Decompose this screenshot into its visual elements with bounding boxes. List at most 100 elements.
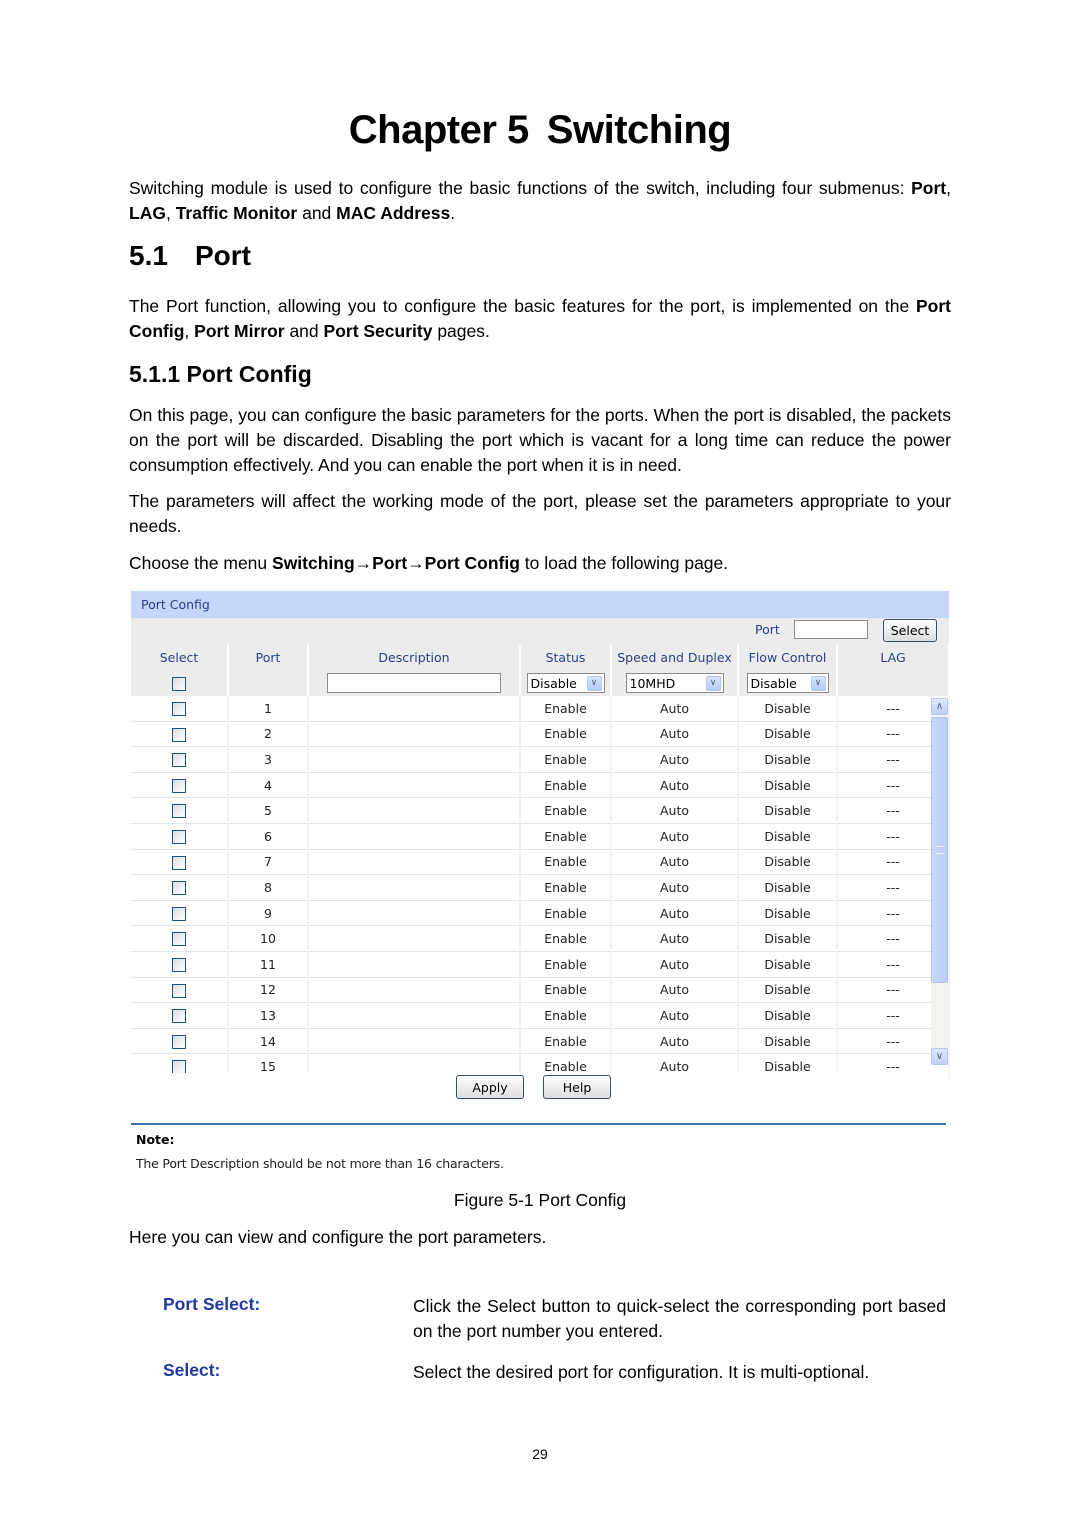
- row-checkbox[interactable]: [172, 983, 186, 998]
- select-cell: [131, 1002, 229, 1029]
- row-checkbox[interactable]: [172, 1034, 186, 1049]
- flow-control-select[interactable]: Disable ∨: [746, 673, 829, 693]
- port-cell: 3: [228, 746, 309, 773]
- flow-control-cell: Disable: [738, 772, 838, 799]
- speed-cell: 10MHD ∨: [611, 670, 739, 696]
- flow-control-cell: Disable: [738, 1002, 838, 1029]
- scrollbar-thumb[interactable]: [931, 717, 948, 983]
- select-cell: [131, 772, 229, 799]
- port-select-row: Port Select: [131, 618, 949, 645]
- description-cell: [308, 900, 521, 927]
- select-cell: [131, 977, 229, 1004]
- submenu-lag: LAG: [129, 203, 166, 223]
- table-row: 3 Enable Auto Disable ---: [131, 746, 950, 773]
- status-select[interactable]: Disable ∨: [526, 673, 605, 693]
- chevron-down-icon: ∨: [705, 675, 721, 691]
- subsection-paragraph-1: On this page, you can configure the basi…: [129, 405, 951, 475]
- table-row: 11 Enable Auto Disable ---: [131, 951, 950, 978]
- description-cell: [308, 977, 521, 1004]
- row-checkbox[interactable]: [172, 881, 186, 896]
- speed-select-value: 10MHD: [629, 675, 676, 691]
- row-checkbox[interactable]: [172, 957, 186, 972]
- section-title: Port: [195, 240, 251, 271]
- table-row: 5 Enable Auto Disable ---: [131, 797, 950, 824]
- port-table: Select Port Description Status Speed and…: [131, 645, 950, 1080]
- column-header-status: Status: [520, 645, 612, 670]
- port-cell: 8: [228, 874, 309, 901]
- flow-control-cell: Disable: [738, 823, 838, 850]
- table-row: 2 Enable Auto Disable ---: [131, 721, 950, 748]
- select-all-checkbox[interactable]: [172, 676, 186, 691]
- port-cell: 6: [228, 823, 309, 850]
- port-cell: 5: [228, 797, 309, 824]
- flow-control-cell: Disable: [738, 1028, 838, 1055]
- submenu-mac-address: MAC Address: [336, 203, 451, 223]
- status-select-value: Disable: [530, 675, 577, 691]
- action-buttons: Apply Help: [131, 1073, 949, 1113]
- description-cell: [308, 951, 521, 978]
- select-cell: [131, 797, 229, 824]
- port-cell: 13: [228, 1002, 309, 1029]
- status-cell: Enable: [520, 772, 612, 799]
- status-cell: Enable: [520, 823, 612, 850]
- row-checkbox[interactable]: [172, 727, 186, 742]
- row-checkbox[interactable]: [172, 1009, 186, 1024]
- select-cell: [131, 823, 229, 850]
- select-cell: [131, 951, 229, 978]
- select-cell: [131, 721, 229, 748]
- column-header-flow-control: Flow Control: [738, 645, 838, 670]
- row-checkbox[interactable]: [172, 855, 186, 870]
- submenu-port: Port: [911, 178, 947, 198]
- separator: .: [450, 203, 456, 223]
- row-checkbox[interactable]: [172, 753, 186, 768]
- speed-cell: Auto: [611, 874, 739, 901]
- row-checkbox[interactable]: [172, 702, 186, 717]
- separator: ,: [946, 178, 951, 198]
- row-checkbox[interactable]: [172, 830, 186, 845]
- table-row: 10 Enable Auto Disable ---: [131, 925, 950, 952]
- description-cell: [308, 721, 521, 748]
- flow-control-cell: Disable: [738, 721, 838, 748]
- status-cell: Enable: [520, 696, 612, 722]
- status-cell: Enable: [520, 1028, 612, 1055]
- status-cell: Enable: [520, 977, 612, 1004]
- row-checkbox[interactable]: [172, 906, 186, 921]
- menu-path: Switching→Port→Port Config: [272, 553, 520, 573]
- speed-cell: Auto: [611, 1028, 739, 1055]
- after-figure-text: Here you can view and configure the port…: [129, 1227, 547, 1247]
- chevron-down-icon[interactable]: ∨: [931, 1048, 948, 1065]
- flow-control-cell: Disable: [738, 977, 838, 1004]
- speed-cell: Auto: [611, 900, 739, 927]
- submenu-traffic-monitor: Traffic Monitor: [175, 203, 298, 223]
- table-scrollbar[interactable]: ∧ ∨: [931, 698, 948, 1065]
- separator: and: [284, 321, 324, 341]
- row-checkbox[interactable]: [172, 804, 186, 819]
- chevron-up-icon[interactable]: ∧: [931, 698, 948, 715]
- speed-duplex-select[interactable]: 10MHD ∨: [625, 673, 724, 693]
- description-cell: [308, 849, 521, 876]
- speed-cell: Auto: [611, 1002, 739, 1029]
- select-cell: [131, 746, 229, 773]
- section-text-end: pages.: [432, 321, 490, 341]
- description-cell: [308, 925, 521, 952]
- row-checkbox[interactable]: [172, 778, 186, 793]
- definition-term: Port Select:: [163, 1294, 261, 1314]
- port-select-input[interactable]: [794, 620, 868, 639]
- table-header-row: Select Port Description Status Speed and…: [131, 645, 950, 670]
- section-heading: 5.1 Port: [129, 240, 251, 272]
- table-row: 13 Enable Auto Disable ---: [131, 1002, 950, 1029]
- description-input[interactable]: [327, 673, 501, 693]
- port-select-button[interactable]: Select: [883, 619, 937, 642]
- flow-control-cell: Disable: [738, 951, 838, 978]
- status-cell: Enable: [520, 849, 612, 876]
- help-button[interactable]: Help: [543, 1075, 611, 1099]
- apply-button[interactable]: Apply: [456, 1075, 524, 1099]
- chevron-down-icon: ∨: [586, 675, 602, 691]
- chapter-prefix: Chapter 5: [348, 108, 530, 152]
- flow-control-cell: Disable: [738, 849, 838, 876]
- description-cell: [308, 797, 521, 824]
- row-checkbox[interactable]: [172, 932, 186, 947]
- speed-cell: Auto: [611, 925, 739, 952]
- subsection-paragraph-2: The parameters will affect the working m…: [129, 491, 951, 536]
- empty-cell: [228, 670, 309, 696]
